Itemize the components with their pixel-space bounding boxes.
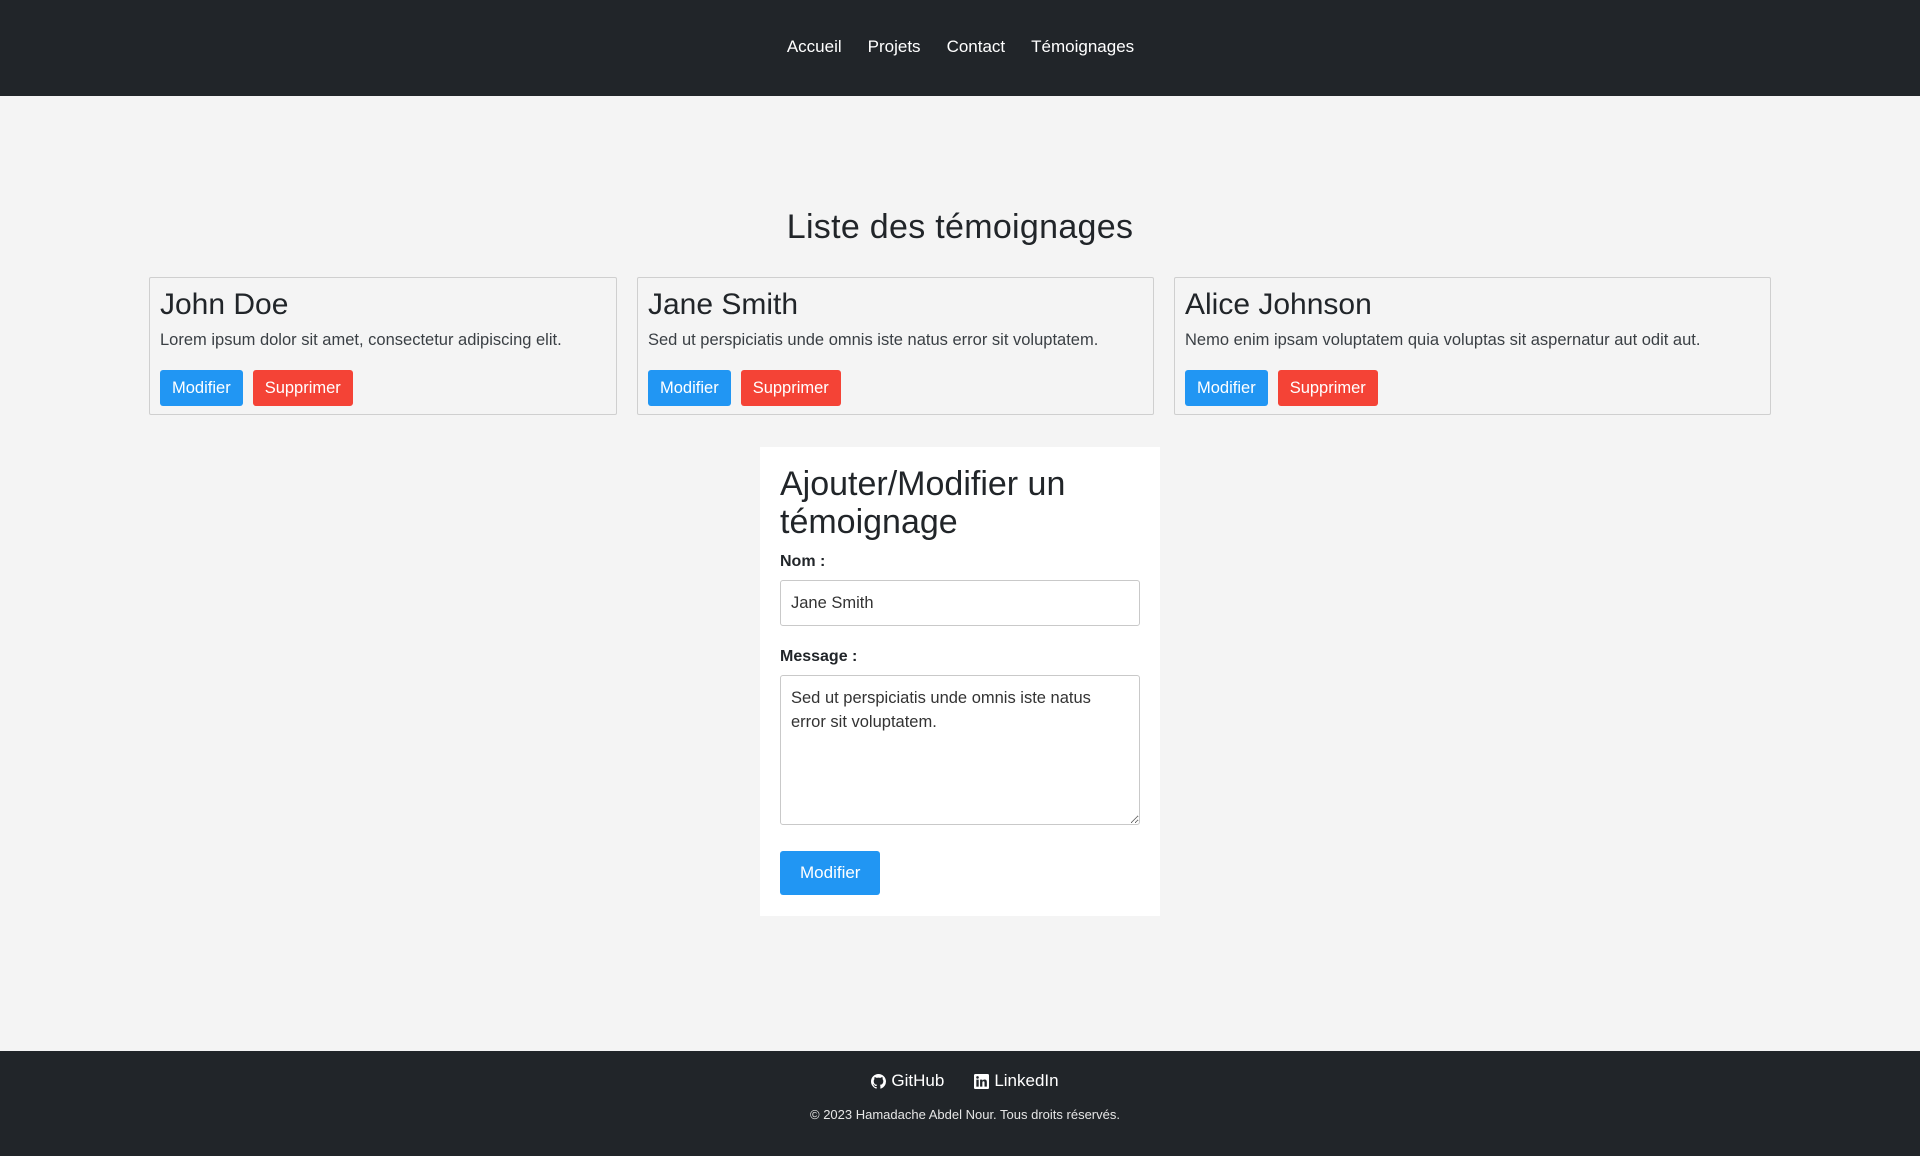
nav-link-contact[interactable]: Contact [947, 37, 1006, 57]
submit-button[interactable]: Modifier [780, 851, 881, 895]
footer: GitHub LinkedIn © 2023 Hamadache Abdel N… [0, 1051, 1920, 1156]
nav-link-temoignages[interactable]: Témoignages [1031, 37, 1134, 57]
page-title: Liste des témoignages [786, 208, 1134, 246]
name-input[interactable] [780, 580, 1140, 626]
name-label: Nom : [780, 553, 826, 570]
linkedin-link[interactable]: LinkedIn [974, 1071, 1059, 1091]
linkedin-icon [974, 1073, 990, 1089]
testimonial-message: Lorem ipsum dolor sit amet, consectetur … [160, 331, 562, 349]
card-actions: Modifier Supprimer [648, 370, 841, 406]
testimonial-card: Alice Johnson Nemo enim ipsam voluptatem… [1174, 277, 1771, 415]
card-actions: Modifier Supprimer [1185, 370, 1378, 406]
top-navbar: Accueil Projets Contact Témoignages [0, 0, 1920, 96]
testimonial-author: Jane Smith [648, 288, 799, 321]
testimonial-form: Ajouter/Modifier un témoignage Nom : Mes… [760, 447, 1160, 916]
delete-button[interactable]: Supprimer [252, 370, 353, 406]
testimonial-card: John Doe Lorem ipsum dolor sit amet, con… [149, 277, 617, 415]
linkedin-link-label: LinkedIn [994, 1071, 1059, 1090]
github-link[interactable]: GitHub [871, 1071, 944, 1091]
github-icon [871, 1073, 887, 1089]
edit-button[interactable]: Modifier [1185, 370, 1268, 406]
delete-button[interactable]: Supprimer [1277, 370, 1378, 406]
nav-link-accueil[interactable]: Accueil [787, 37, 842, 57]
main-nav: Accueil Projets Contact Témoignages [787, 37, 1134, 57]
message-textarea[interactable]: Sed ut perspiciatis unde omnis iste natu… [780, 675, 1140, 825]
copyright-text: © 2023 Hamadache Abdel Nour. Tous droits… [810, 1107, 1120, 1122]
message-label: Message : [780, 648, 858, 665]
nav-link-projets[interactable]: Projets [868, 37, 921, 57]
card-actions: Modifier Supprimer [160, 370, 353, 406]
testimonial-author: Alice Johnson [1185, 288, 1372, 321]
edit-button[interactable]: Modifier [648, 370, 731, 406]
footer-links: GitHub LinkedIn [10, 1071, 1920, 1091]
delete-button[interactable]: Supprimer [740, 370, 841, 406]
testimonial-message: Sed ut perspiciatis unde omnis iste natu… [648, 331, 1099, 349]
github-link-label: GitHub [891, 1071, 945, 1090]
edit-button[interactable]: Modifier [160, 370, 243, 406]
testimonial-card: Jane Smith Sed ut perspiciatis unde omni… [637, 277, 1154, 415]
testimonial-author: John Doe [160, 288, 289, 321]
form-title: Ajouter/Modifier un témoignage [780, 465, 1066, 541]
testimonial-message: Nemo enim ipsam voluptatem quia voluptas… [1185, 331, 1701, 349]
